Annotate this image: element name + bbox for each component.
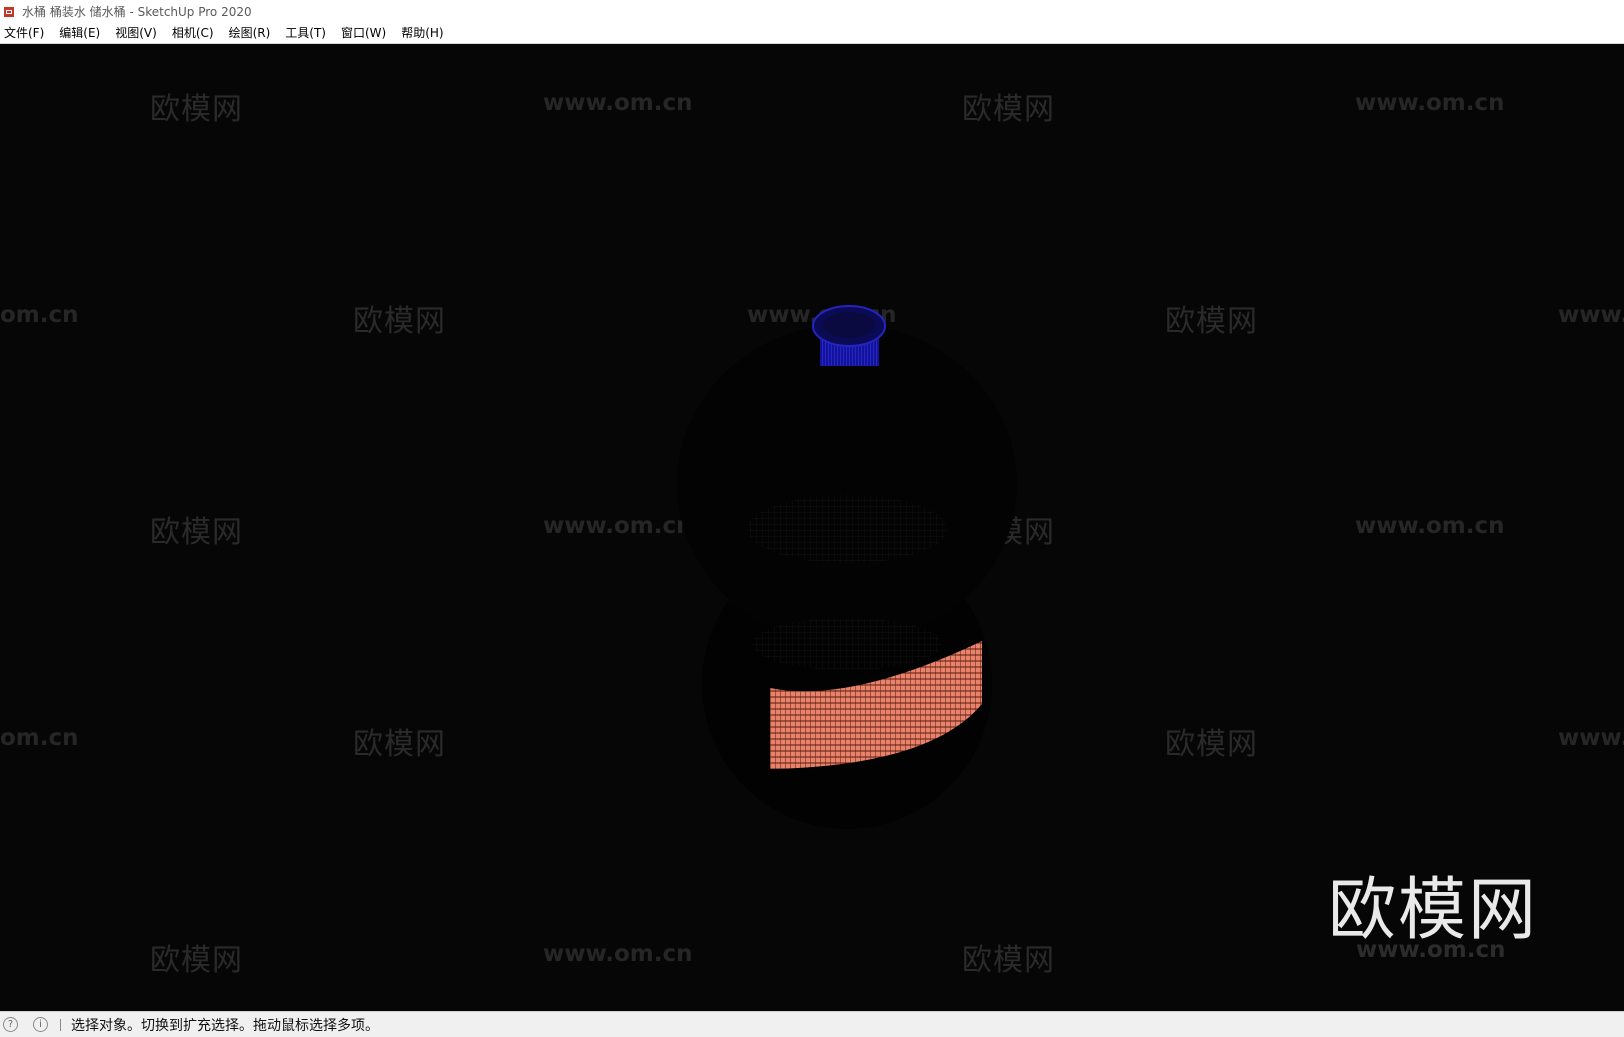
menu-edit[interactable]: 编辑(E) (55, 24, 107, 41)
status-separator (60, 1018, 61, 1031)
info-icon[interactable]: i (33, 1017, 48, 1032)
watermark-url-large: www.om.cn (1356, 937, 1506, 963)
sketchup-app-icon (2, 4, 16, 18)
status-bar: ? i 选择对象。切换到扩充选择。拖动鼠标选择多项。 (0, 1011, 1624, 1037)
model-viewport[interactable]: 欧模网 www.om.cn 欧模网 www.om.cn om.cn 欧模网 ww… (0, 44, 1624, 1011)
menu-view[interactable]: 视图(V) (111, 24, 164, 41)
bucket-upper-body (677, 324, 1017, 644)
status-message: 选择对象。切换到扩充选择。拖动鼠标选择多项。 (71, 1017, 379, 1034)
bucket-mesh-band (747, 495, 947, 563)
menu-help[interactable]: 帮助(H) (397, 24, 450, 41)
window-title: 水桶 桶装水 储水桶 - SketchUp Pro 2020 (22, 4, 252, 19)
menu-draw[interactable]: 绘图(R) (225, 24, 278, 41)
menu-window[interactable]: 窗口(W) (337, 24, 393, 41)
geo-location-icon[interactable]: ? (3, 1017, 18, 1032)
bucket-mesh-band (752, 618, 942, 670)
menu-camera[interactable]: 相机(C) (168, 24, 221, 41)
title-bar: 水桶 桶装水 储水桶 - SketchUp Pro 2020 (0, 0, 1624, 22)
menu-tools[interactable]: 工具(T) (281, 24, 333, 41)
menu-bar: 文件(F) 编辑(E) 视图(V) 相机(C) 绘图(R) 工具(T) 窗口(W… (0, 22, 1624, 44)
menu-file[interactable]: 文件(F) (0, 24, 51, 41)
bucket-cap-inner (823, 312, 875, 338)
